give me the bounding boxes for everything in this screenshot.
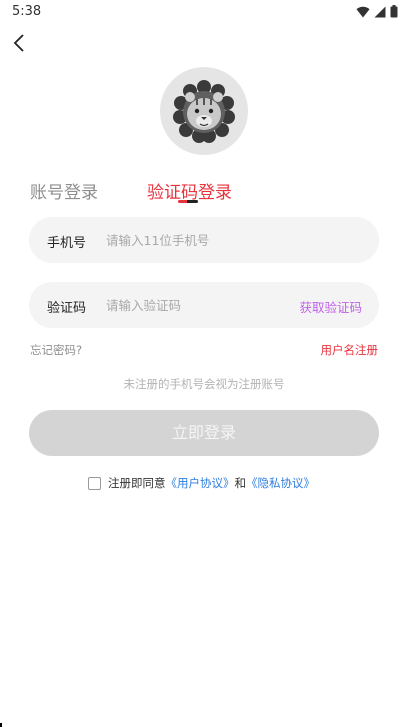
bottom-edge-mark — [0, 723, 2, 727]
code-input[interactable] — [106, 294, 286, 316]
agreement-prefix: 注册即同意 — [108, 476, 166, 490]
lion-icon — [173, 80, 235, 143]
chevron-left-icon — [13, 34, 24, 52]
wifi-icon — [356, 6, 370, 18]
status-time: 5:38 — [12, 4, 42, 19]
tab-account-login[interactable]: 账号登录 — [30, 178, 98, 203]
back-button[interactable] — [10, 32, 32, 54]
active-tab-indicator — [178, 200, 198, 203]
code-label: 验证码 — [47, 301, 87, 316]
status-bar: 5:38 — [0, 0, 408, 24]
agreement-and: 和 — [234, 476, 247, 490]
phone-label: 手机号 — [47, 236, 87, 251]
register-hint: 未注册的手机号会视为注册账号 — [123, 377, 285, 391]
username-register-link[interactable]: 用户名注册 — [321, 342, 379, 358]
code-field: 验证码 获取验证码 — [29, 282, 379, 328]
avatar — [160, 67, 248, 155]
privacy-policy-link[interactable]: 《隐私协议》 — [246, 475, 315, 491]
signal-icon — [374, 6, 386, 17]
battery-icon — [390, 5, 398, 18]
user-agreement-link[interactable]: 《用户协议》 — [166, 475, 235, 491]
get-code-button[interactable]: 获取验证码 — [299, 297, 362, 316]
agreement-checkbox[interactable] — [88, 476, 101, 490]
phone-input[interactable] — [106, 229, 356, 251]
forgot-password-link[interactable]: 忘记密码? — [30, 342, 82, 358]
login-button[interactable]: 立即登录 — [29, 410, 379, 456]
phone-field: 手机号 — [29, 217, 379, 263]
status-icons — [356, 5, 398, 18]
agreement-row: 注册即同意 《用户协议》 和 《隐私协议》 — [88, 475, 315, 491]
